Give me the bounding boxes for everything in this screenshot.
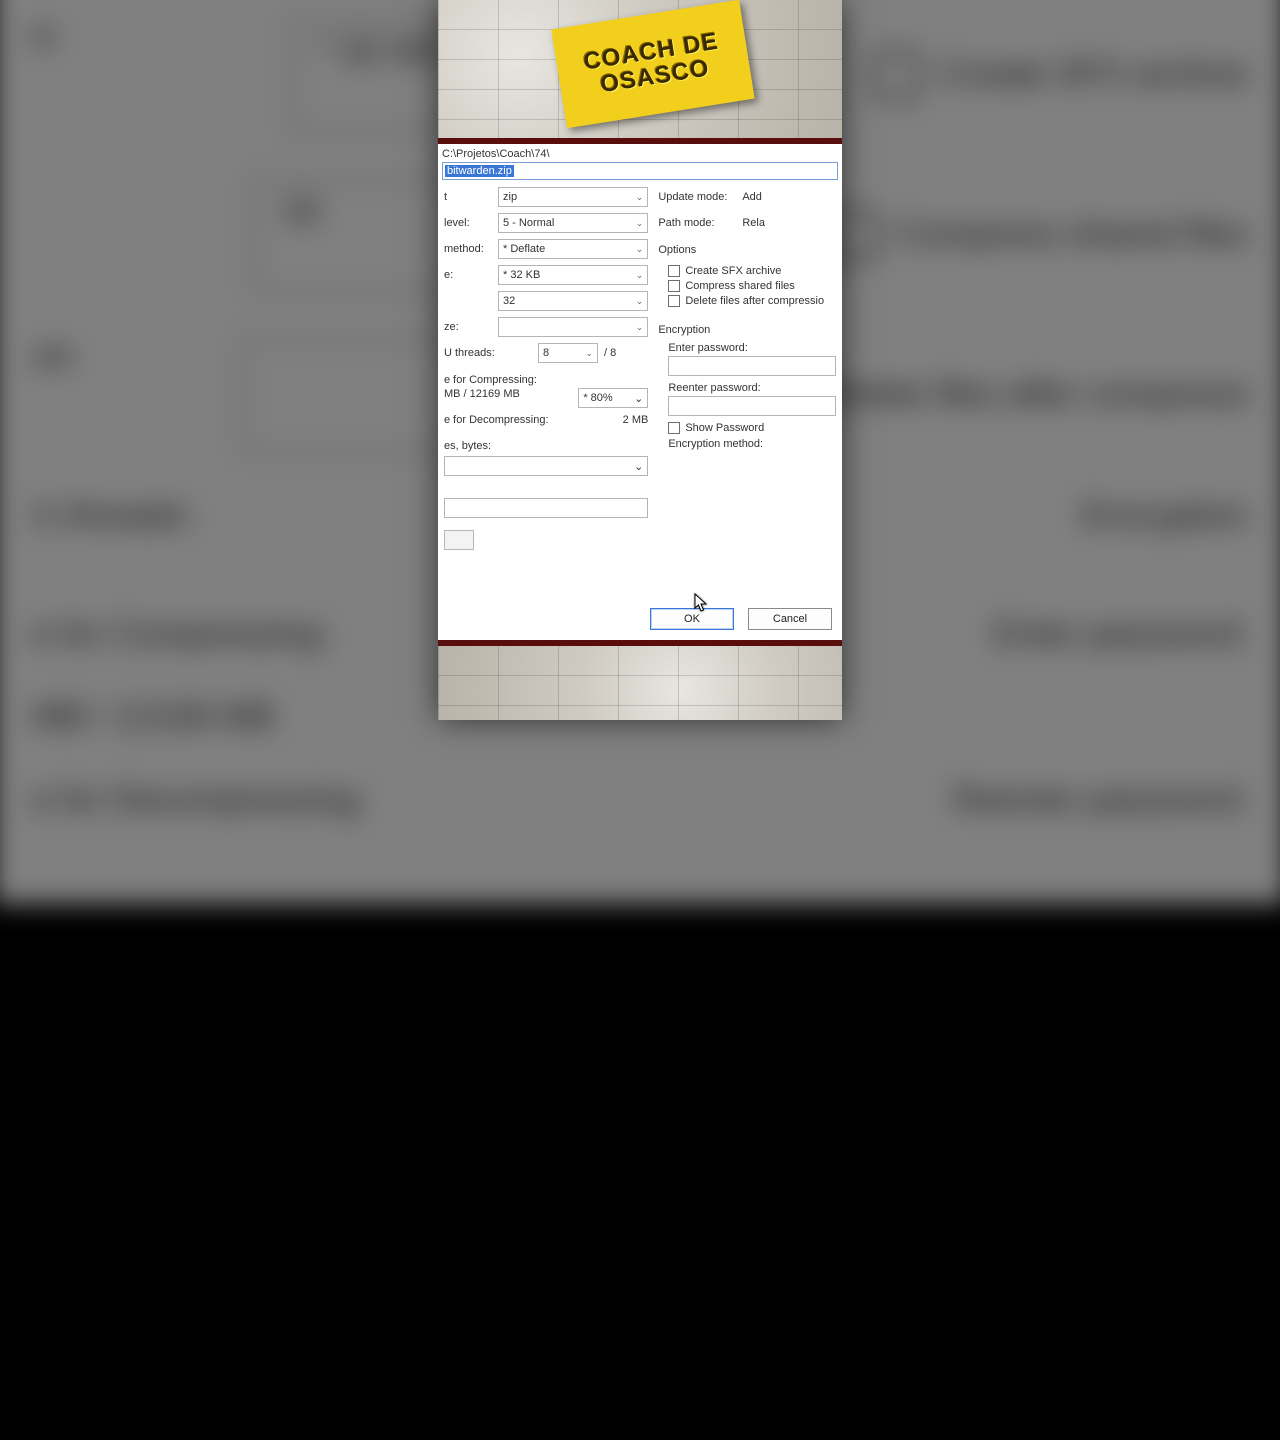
path-mode-value[interactable]: Rela — [742, 217, 836, 229]
archive-name-input[interactable]: bitwarden.zip — [442, 162, 838, 180]
enter-password-label: Enter password: — [668, 342, 836, 354]
split-volumes-label: es, bytes: — [444, 440, 648, 452]
dictionary-size-select[interactable]: * 32 KB ⌄ — [498, 265, 648, 285]
word-size-select[interactable]: 32 ⌄ — [498, 291, 648, 311]
show-password-checkbox[interactable]: Show Password — [668, 422, 836, 434]
archive-name-text: bitwarden.zip — [445, 165, 514, 177]
7zip-add-dialog: C:\Projetos\Coach\74\ bitwarden.zip t zi… — [438, 144, 842, 640]
checkbox-icon — [668, 295, 680, 307]
right-column: Update mode: Add Path mode: Rela Options… — [658, 186, 836, 600]
ok-button[interactable]: OK — [650, 608, 734, 630]
options-small-button[interactable] — [444, 530, 474, 550]
chevron-down-icon: ⌄ — [636, 192, 644, 203]
solid-block-size-select[interactable]: ⌄ — [498, 317, 648, 337]
encryption-group-title: Encryption — [658, 324, 836, 336]
mem-decompress-value: 2 MB — [623, 414, 649, 426]
bottom-banner — [438, 640, 842, 720]
dict-size-label: e: — [444, 269, 492, 281]
enter-password-input[interactable] — [668, 356, 836, 376]
chevron-down-icon: ⌄ — [636, 218, 644, 229]
create-sfx-checkbox[interactable]: Create SFX archive — [668, 265, 836, 277]
chevron-down-icon: ⌄ — [634, 392, 643, 405]
block-size-label: ze: — [444, 321, 492, 333]
archive-path: C:\Projetos\Coach\74\ — [438, 144, 842, 160]
dialog-button-row: OK Cancel — [438, 600, 842, 640]
cancel-button[interactable]: Cancel — [748, 608, 832, 630]
top-banner: COACH DE OSASCO — [438, 0, 842, 144]
method-label: method: — [444, 243, 492, 255]
chevron-down-icon: ⌄ — [636, 296, 644, 307]
mem-compress-label: e for Compressing: — [444, 374, 537, 386]
cpu-threads-select[interactable]: 8 ⌄ — [538, 343, 598, 363]
mem-compress-value: MB / 12169 MB — [444, 388, 520, 408]
update-mode-label: Update mode: — [658, 191, 736, 203]
parameters-input[interactable] — [444, 498, 648, 518]
delete-after-checkbox[interactable]: Delete files after compressio — [668, 295, 836, 307]
chevron-down-icon: ⌄ — [634, 460, 643, 473]
compression-level-select[interactable]: 5 - Normal ⌄ — [498, 213, 648, 233]
checkbox-icon — [668, 265, 680, 277]
chevron-down-icon: ⌄ — [636, 270, 644, 281]
level-label: level: — [444, 217, 492, 229]
compression-method-select[interactable]: * Deflate ⌄ — [498, 239, 648, 259]
checkbox-icon — [668, 422, 680, 434]
video-strip: COACH DE OSASCO C:\Projetos\Coach\74\ bi… — [438, 0, 842, 720]
checkbox-icon — [668, 280, 680, 292]
chevron-down-icon: ⌄ — [636, 244, 644, 255]
memory-percent-select[interactable]: * 80% ⌄ — [578, 388, 648, 408]
archive-format-select[interactable]: zip ⌄ — [498, 187, 648, 207]
left-column: t zip ⌄ level: 5 - Normal ⌄ method: — [444, 186, 648, 600]
reenter-password-input[interactable] — [668, 396, 836, 416]
mem-decompress-label: e for Decompressing: — [444, 414, 549, 426]
format-label: t — [444, 191, 492, 203]
update-mode-value[interactable]: Add — [742, 191, 836, 203]
channel-sticker: COACH DE OSASCO — [551, 0, 754, 128]
chevron-down-icon: ⌄ — [636, 322, 644, 333]
cpu-threads-label: U threads: — [444, 347, 532, 359]
cpu-threads-max: / 8 — [604, 347, 616, 359]
encryption-method-label: Encryption method: — [668, 438, 836, 450]
options-group-title: Options — [658, 244, 836, 256]
compress-shared-checkbox[interactable]: Compress shared files — [668, 280, 836, 292]
path-mode-label: Path mode: — [658, 217, 736, 229]
chevron-down-icon: ⌄ — [585, 348, 593, 359]
reenter-password-label: Reenter password: — [668, 382, 836, 394]
split-volumes-select[interactable]: ⌄ — [444, 456, 648, 476]
